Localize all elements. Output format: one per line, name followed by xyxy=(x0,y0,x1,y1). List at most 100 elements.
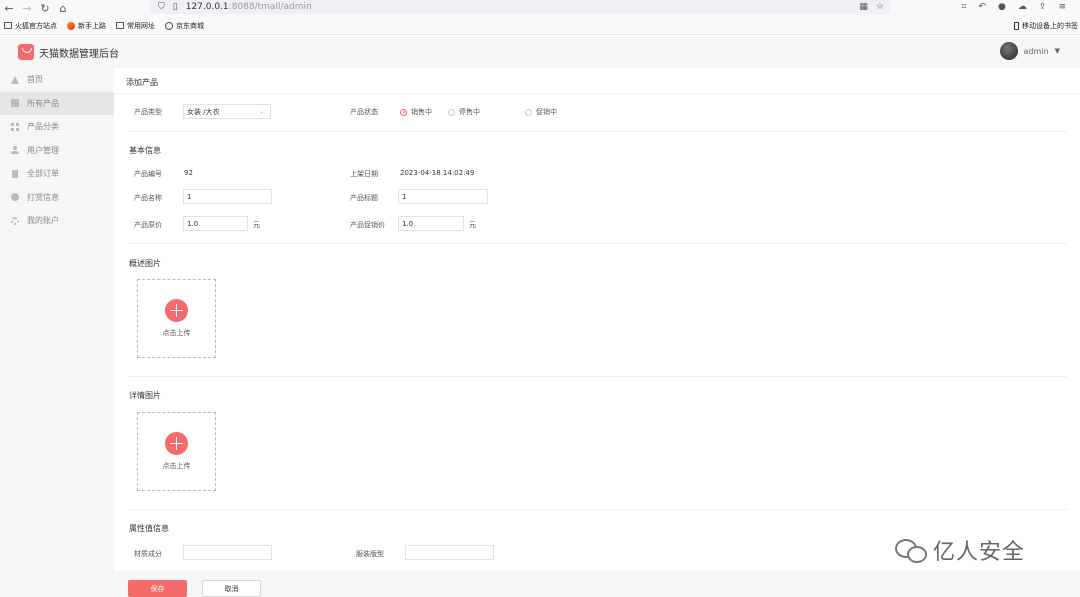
promo-price-label: 产品促销价 xyxy=(350,221,385,229)
material-input[interactable] xyxy=(183,545,272,560)
divider xyxy=(128,243,1067,244)
share-icon[interactable]: ⇪ xyxy=(1039,2,1047,12)
product-name-input[interactable]: 1 xyxy=(183,189,272,204)
status-radio-on-sale[interactable]: 销售中 xyxy=(400,107,432,117)
home-icon xyxy=(11,75,19,84)
extension-icon[interactable]: ● xyxy=(998,2,1006,12)
sidebar-item-all-products[interactable]: 所有产品 xyxy=(0,91,114,115)
product-title-label: 产品标题 xyxy=(350,194,378,202)
detail-upload-box[interactable]: 点击上传 xyxy=(137,412,216,491)
radio-dot[interactable] xyxy=(525,108,532,116)
main-content: 添加产品 产品类型 女装 /大衣 ⌄ 产品状态 销售中 停售中 促销中 基本信息… xyxy=(114,68,1080,597)
chevron-down-icon: ⌄ xyxy=(258,108,264,115)
garment-fit-label: 服装版型 xyxy=(356,550,384,558)
sidebar-item-categories[interactable]: 产品分类 xyxy=(0,115,114,139)
account-icon xyxy=(11,216,19,225)
mobile-device-icon xyxy=(1014,22,1019,30)
globe-icon xyxy=(165,21,173,30)
forward-icon[interactable]: → xyxy=(18,2,36,16)
sidebar-item-orders[interactable]: 全部订单 xyxy=(0,162,114,186)
bookmark-star-icon[interactable]: ☆ xyxy=(876,2,884,12)
browser-toolbar: ← → ↻ ⌂ ⛉ ▯ 127.0.0.1:8088/tmall/admin ▦… xyxy=(0,0,1080,17)
radio-dot[interactable] xyxy=(448,108,455,116)
cloud-icon[interactable]: ☁ xyxy=(1018,2,1027,12)
original-price-input[interactable]: 1.0 xyxy=(183,216,248,231)
wechat-logo-icon xyxy=(895,537,927,563)
price-unit: 元 xyxy=(253,221,260,229)
sidebar-item-home[interactable]: 首页 xyxy=(0,68,114,92)
promo-price-input[interactable]: 1.0 xyxy=(398,216,464,231)
url-text: 127.0.0.1:8088/tmall/admin xyxy=(185,2,312,12)
reload-icon[interactable]: ↻ xyxy=(36,2,54,16)
back-icon[interactable]: ← xyxy=(0,2,18,16)
shield-icon: ⛉ xyxy=(158,2,165,12)
bookmarks-bar: 火狐官方站点 新手上路 常用网址 京东商城 移动设备上的书签 xyxy=(0,17,1080,35)
divider xyxy=(114,93,1080,94)
radio-dot[interactable] xyxy=(400,108,407,116)
qr-code-icon[interactable]: ▦ xyxy=(859,2,868,12)
attribute-info-heading: 属性值信息 xyxy=(129,524,169,533)
overview-images-heading: 概述图片 xyxy=(129,259,161,268)
bookmark-item[interactable]: 京东商城 xyxy=(165,21,204,31)
page-title: 添加产品 xyxy=(126,78,158,87)
sidebar: 首页 所有产品 产品分类 用户管理 全部订单 打赏信息 我的账户 xyxy=(0,68,114,597)
menu-icon[interactable]: ≡ xyxy=(1058,2,1066,12)
firefox-icon xyxy=(67,21,75,30)
product-id-label: 产品编号 xyxy=(134,170,162,178)
undo-icon[interactable]: ↶ xyxy=(979,2,987,12)
user-name[interactable]: admin xyxy=(1024,47,1049,56)
detail-images-heading: 详情图片 xyxy=(129,391,161,400)
cancel-button[interactable]: 取消 xyxy=(202,580,261,597)
product-title-input[interactable]: 1 xyxy=(398,189,488,204)
url-bar[interactable]: ⛉ ▯ 127.0.0.1:8088/tmall/admin ▦ ☆ xyxy=(150,0,890,14)
overview-upload-box[interactable]: 点击上传 xyxy=(137,279,216,358)
bookmark-item[interactable]: 常用网址 xyxy=(116,21,155,31)
promo-price-unit: 元 xyxy=(469,221,476,229)
form-footer: 保存 取消 xyxy=(114,571,1080,597)
sidebar-item-rewards[interactable]: 打赏信息 xyxy=(0,186,114,210)
order-icon xyxy=(11,169,19,178)
listing-date-label: 上架日期 xyxy=(350,170,378,178)
caret-down-icon[interactable]: ▼ xyxy=(1055,47,1060,55)
app-header: 天猫数据管理后台 admin ▼ xyxy=(0,36,1080,68)
watermark: 亿人安全 xyxy=(895,534,1025,566)
divider xyxy=(128,131,1067,132)
product-type-label: 产品类型 xyxy=(134,108,162,116)
category-icon xyxy=(11,122,19,131)
user-menu[interactable]: admin ▼ xyxy=(999,42,1060,60)
crop-icon[interactable]: ⌗ xyxy=(961,2,966,12)
upload-text: 点击上传 xyxy=(162,329,191,337)
app-title: 天猫数据管理后台 xyxy=(39,48,119,60)
garment-fit-input[interactable] xyxy=(405,545,494,560)
folder-icon xyxy=(4,22,12,29)
divider xyxy=(128,376,1067,377)
status-radio-promo[interactable]: 促销中 xyxy=(525,107,557,117)
watermark-text: 亿人安全 xyxy=(933,540,1026,565)
sidebar-item-users[interactable]: 用户管理 xyxy=(0,139,114,163)
original-price-label: 产品原价 xyxy=(134,221,162,229)
bookmark-item[interactable]: 火狐官方站点 xyxy=(4,21,57,31)
product-status-label: 产品状态 xyxy=(350,108,378,116)
product-name-label: 产品名称 xyxy=(134,194,162,202)
material-label: 材质成分 xyxy=(134,550,162,558)
status-radio-stopped[interactable]: 停售中 xyxy=(448,107,480,117)
product-type-select[interactable]: 女装 /大衣 ⌄ xyxy=(183,104,271,119)
page-icon: ▯ xyxy=(172,2,178,12)
upload-text: 点击上传 xyxy=(162,462,191,470)
divider xyxy=(128,509,1067,510)
plus-icon[interactable] xyxy=(165,299,188,322)
bookmark-item[interactable]: 新手上路 xyxy=(67,21,106,31)
product-icon xyxy=(11,99,19,108)
folder-icon xyxy=(116,22,124,29)
reward-icon xyxy=(11,193,19,202)
mobile-bookmarks[interactable]: 移动设备上的书签 xyxy=(1014,17,1078,35)
save-button[interactable]: 保存 xyxy=(128,580,187,597)
sidebar-item-account[interactable]: 我的账户 xyxy=(0,209,114,233)
user-icon xyxy=(11,146,19,155)
plus-icon[interactable] xyxy=(165,432,188,455)
product-id-value: 92 xyxy=(184,169,193,177)
shopping-bag-logo-icon xyxy=(18,44,34,60)
avatar[interactable] xyxy=(999,42,1018,60)
home-button-icon[interactable]: ⌂ xyxy=(54,2,72,16)
listing-date-value: 2023-04-18 14:02:49 xyxy=(400,169,475,177)
